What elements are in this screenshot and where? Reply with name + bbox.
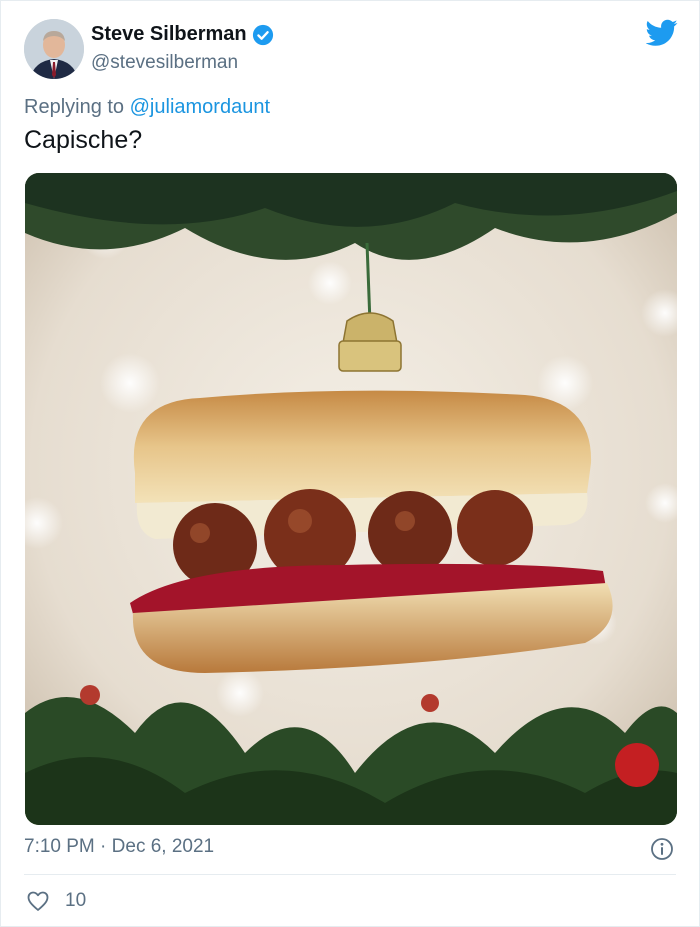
like-count: 10 [65, 890, 87, 911]
heart-icon[interactable] [26, 889, 50, 913]
tweet-timestamp[interactable]: 7:10 PM · Dec 6, 2021 [24, 836, 214, 858]
reply-prefix: Replying to [24, 96, 130, 118]
like-action[interactable]: 10 [26, 889, 86, 913]
info-icon[interactable] [650, 837, 674, 861]
reply-context: Replying to @juliamordaunt [24, 96, 270, 119]
author-handle[interactable]: @stevesilberman [91, 52, 238, 74]
tweet-text: Capische? [24, 126, 143, 154]
tweet-card: Steve Silberman @stevesilberman Replying… [0, 0, 700, 927]
avatar[interactable] [24, 19, 84, 79]
author-name[interactable]: Steve Silberman [91, 23, 247, 46]
verified-badge-icon [252, 24, 273, 45]
tweet-time: 7:10 PM [24, 836, 95, 857]
divider [24, 874, 676, 875]
twitter-bird-icon[interactable] [646, 19, 678, 47]
tweet-photo[interactable] [25, 173, 677, 825]
timestamp-separator: · [100, 836, 107, 857]
author-row: Steve Silberman [91, 23, 274, 46]
tweet-date: Dec 6, 2021 [111, 836, 215, 857]
reply-mention-link[interactable]: @juliamordaunt [130, 96, 270, 118]
